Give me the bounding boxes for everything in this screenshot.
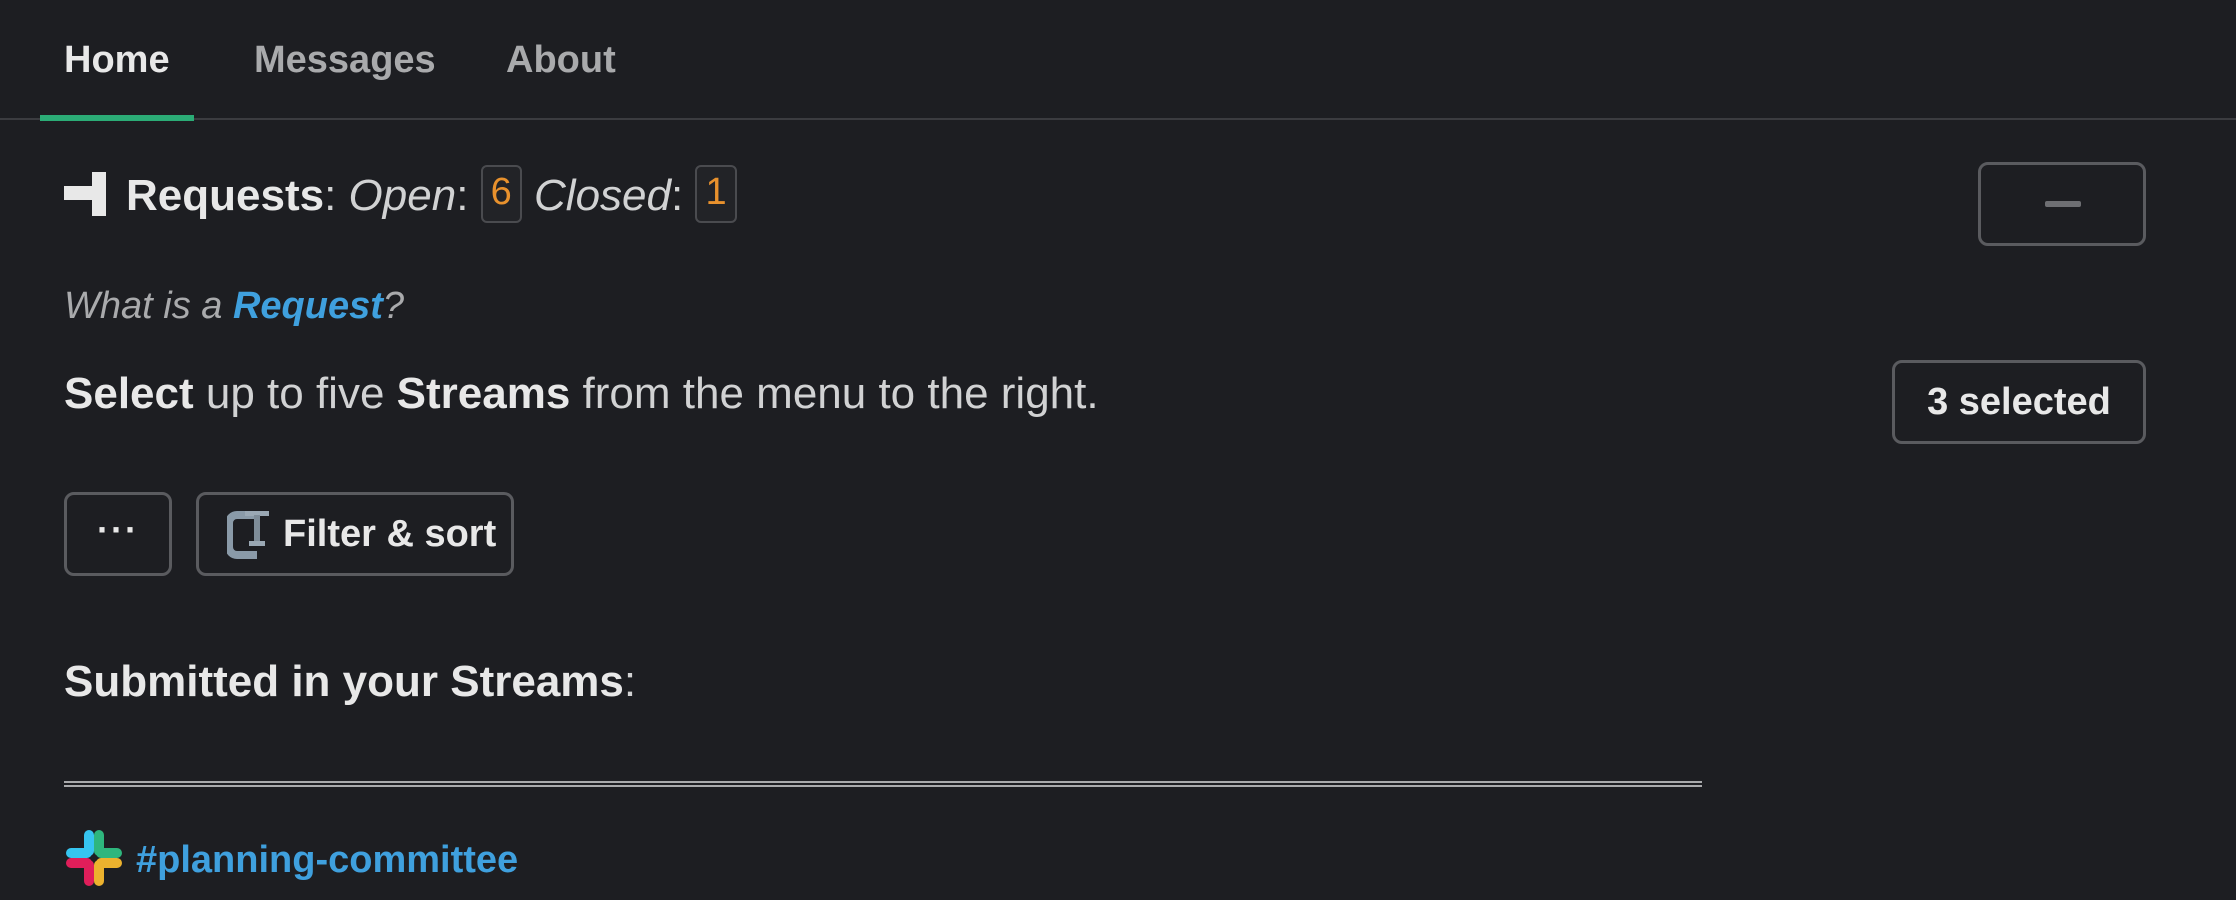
clamp-icon bbox=[227, 511, 269, 559]
tab-about[interactable]: About bbox=[506, 0, 616, 120]
flag-icon bbox=[64, 172, 106, 217]
submitted-label: Submitted in your Streams bbox=[64, 657, 624, 706]
colon: : bbox=[324, 171, 337, 220]
colon: : bbox=[456, 171, 469, 220]
colon: : bbox=[671, 171, 684, 220]
requests-header: Requests: Open: 6 Closed: 1 bbox=[64, 160, 737, 232]
submitted-heading: Submitted in your Streams: bbox=[64, 648, 636, 716]
more-icon: ··· bbox=[97, 509, 139, 550]
streams-word: Streams bbox=[396, 369, 571, 418]
open-count-badge: 6 bbox=[480, 165, 522, 224]
instruction-middle: up to five bbox=[193, 369, 397, 418]
minus-icon bbox=[2045, 201, 2081, 207]
help-prefix: What is a bbox=[64, 285, 233, 327]
request-help-link[interactable]: Request bbox=[233, 285, 383, 327]
requests-label: Requests bbox=[126, 171, 325, 220]
closed-label: Closed bbox=[534, 171, 671, 220]
divider bbox=[64, 781, 1702, 787]
tab-home[interactable]: Home bbox=[64, 0, 170, 120]
colon: : bbox=[623, 657, 637, 706]
closed-count-badge: 1 bbox=[695, 165, 737, 224]
channel-link[interactable]: #planning-committee bbox=[136, 828, 518, 892]
collapse-button[interactable] bbox=[1978, 162, 2146, 246]
help-suffix: ? bbox=[382, 285, 405, 327]
tab-bar: Home Messages About bbox=[0, 0, 2236, 121]
open-label: Open bbox=[348, 171, 457, 220]
streams-instruction: Select up to five Streams from the menu … bbox=[64, 362, 1099, 426]
tab-messages[interactable]: Messages bbox=[254, 0, 436, 120]
page: Home Messages About Requests: Open: 6 Cl… bbox=[0, 0, 2236, 900]
filter-sort-button[interactable]: Filter & sort bbox=[196, 492, 514, 576]
filter-sort-label: Filter & sort bbox=[283, 513, 497, 555]
active-tab-indicator bbox=[40, 115, 194, 121]
slack-icon bbox=[66, 830, 122, 886]
instruction-end: from the menu to the right. bbox=[570, 369, 1099, 418]
streams-select-button[interactable]: 3 selected bbox=[1892, 360, 2146, 444]
select-word: Select bbox=[64, 369, 194, 418]
more-button[interactable]: ··· bbox=[64, 492, 172, 576]
help-text: What is a Request? bbox=[64, 278, 404, 334]
